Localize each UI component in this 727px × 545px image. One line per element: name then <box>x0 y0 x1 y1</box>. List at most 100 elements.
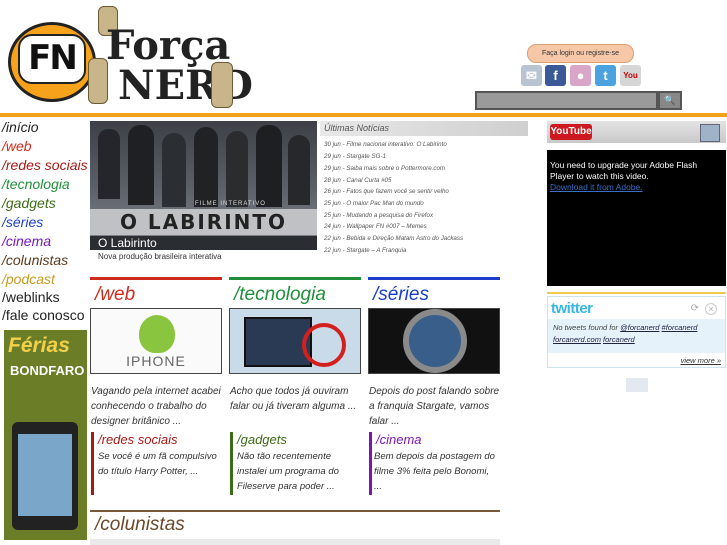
email-icon[interactable]: ✉ <box>521 65 542 86</box>
featured-image-label: FILME INTERATIVO <box>195 201 266 207</box>
colunistas-content-strip <box>90 539 500 545</box>
twitter-widget: twitter ⟳ × No tweets found for @forcane… <box>547 296 726 368</box>
facebook-icon[interactable]: f <box>545 65 566 86</box>
login-register-button[interactable]: Faça login ou registre-se <box>527 44 634 63</box>
news-item[interactable]: 22 jun - Bebida e Direção Matam Astro do… <box>324 235 463 242</box>
section-series-thumbnail[interactable] <box>368 308 500 374</box>
subsection-gadgets-bar <box>230 432 233 495</box>
twitter-divider <box>547 292 726 294</box>
section-tecnologia-bar <box>229 277 361 280</box>
section-series-bar <box>368 277 500 280</box>
stargate-image <box>403 309 467 373</box>
section-web-bar <box>90 277 222 280</box>
tablet-screen <box>18 434 72 516</box>
subsection-cinema-excerpt[interactable]: Bem depois da postagem do filme 3% feita… <box>374 449 498 494</box>
nav-cinema[interactable]: /cinema <box>2 232 51 251</box>
featured-image: FILME INTERATIVO O LABIRINTO <box>90 121 317 236</box>
person-silhouette <box>162 133 186 207</box>
subsection-redes-bar <box>91 432 94 495</box>
nav-web[interactable]: /web <box>2 137 32 156</box>
twitter-hashtag-link[interactable]: #forcanerd <box>662 323 698 332</box>
featured-title[interactable]: O Labirinto <box>98 236 157 250</box>
flash-upgrade-message: You need to upgrade your Adobe Flash Pla… <box>550 160 698 181</box>
colunistas-title[interactable]: /colunistas <box>95 514 185 536</box>
refresh-icon[interactable]: ⟳ <box>691 303 699 314</box>
twitter-header: twitter ⟳ × <box>548 297 725 319</box>
subsection-gadgets-title[interactable]: /gadgets <box>237 432 287 447</box>
featured-post[interactable]: FILME INTERATIVO O LABIRINTO O Labirinto… <box>90 121 317 270</box>
nav-series[interactable]: /séries <box>2 213 43 232</box>
adobe-download-link[interactable]: Download it from Adobe. <box>547 182 726 192</box>
section-web-thumbnail[interactable]: IPHONE <box>90 308 222 374</box>
person-silhouette <box>256 125 282 207</box>
youtube-icon[interactable]: You <box>620 65 641 86</box>
nerd-figure-left <box>88 58 108 104</box>
subsection-redes-excerpt[interactable]: Se você é um fã compulsivo do título Har… <box>98 449 222 479</box>
news-item[interactable]: 25 jun - O maior Pac Man do mundo <box>324 200 424 207</box>
search-button[interactable]: 🔍 <box>658 91 682 110</box>
twitter-icon[interactable]: t <box>595 65 616 86</box>
nav-fale-conosco[interactable]: /fale conosco <box>2 306 85 325</box>
news-item[interactable]: 29 jun - Saiba mais sobre o Pottermore.c… <box>324 165 445 172</box>
section-tecnologia-title[interactable]: /tecnologia <box>234 284 326 306</box>
person-silhouette <box>226 131 248 207</box>
bondfaro-ad-banner[interactable]: Férias BONDFARO <box>4 330 87 540</box>
subsection-gadgets-excerpt[interactable]: Não tão recentemente instalei um program… <box>237 449 361 494</box>
subsection-redes-title[interactable]: /redes sociais <box>98 432 177 447</box>
search-icon: 🔍 <box>664 95 676 105</box>
section-series-title[interactable]: /séries <box>373 284 429 306</box>
nerd-figure-right <box>211 62 233 108</box>
nav-podcast[interactable]: /podcast <box>2 270 55 289</box>
person-silhouette <box>288 135 310 205</box>
logo-forca-text[interactable]: Força <box>106 26 230 66</box>
section-tecnologia-excerpt[interactable]: Acho que todos já ouviram falar ou já ti… <box>230 384 364 414</box>
news-item[interactable]: 25 jun - Mudando a pesquisa do Firefox <box>324 212 433 219</box>
news-item[interactable]: 29 jun - Stargate SG-1 <box>324 153 386 160</box>
banner-title: Férias <box>8 334 70 357</box>
banner-brand: BONDFARO <box>10 363 85 378</box>
prohibited-icon <box>302 323 346 367</box>
header: FN Força NERD Faça login ou registre-se … <box>0 0 727 117</box>
apple-icon <box>139 315 175 353</box>
section-series-excerpt[interactable]: Depois do post falando sobre a franquia … <box>369 384 503 429</box>
news-item[interactable]: 22 jun - Stargate – A Franquia <box>324 247 406 254</box>
twitter-view-more-link[interactable]: view more » <box>681 356 721 365</box>
person-silhouette <box>194 127 218 207</box>
section-tecnologia-thumbnail[interactable] <box>229 308 361 374</box>
nav-gadgets[interactable]: /gadgets <box>2 194 56 213</box>
twitter-tag-link[interactable]: forcanerd <box>603 335 635 344</box>
subsection-cinema-title[interactable]: /cinema <box>376 432 422 447</box>
section-web-excerpt[interactable]: Vagando pela internet acabei conhecendo … <box>91 384 225 429</box>
youtube-widget-header: YouTube <box>547 121 726 143</box>
nav-colunistas[interactable]: /colunistas <box>2 251 68 270</box>
search-input[interactable] <box>475 91 658 110</box>
latest-news-heading: Últimas Notícias <box>320 121 528 136</box>
colunistas-bar <box>90 510 500 512</box>
featured-description: Nova produção brasileira interativa <box>98 252 222 261</box>
twitter-body: No tweets found for @forcanerd #forcaner… <box>548 319 725 353</box>
person-silhouette <box>98 129 120 199</box>
person-silhouette <box>128 125 154 205</box>
loading-placeholder <box>626 378 648 392</box>
close-icon[interactable]: × <box>705 303 717 315</box>
nav-tecnologia[interactable]: /tecnologia <box>2 175 70 194</box>
nav-redes-sociais[interactable]: /redes sociais <box>2 156 88 175</box>
logo-fn[interactable]: FN <box>18 34 86 84</box>
news-item[interactable]: 24 jun - Wallpaper FN #007 – Memes <box>324 223 427 230</box>
header-divider <box>0 113 727 117</box>
flickr-icon[interactable]: ● <box>570 65 591 86</box>
section-web-title[interactable]: /web <box>95 284 135 306</box>
featured-description-box: Nova produção brasileira interativa <box>90 250 317 270</box>
twitter-logo[interactable]: twitter <box>551 300 593 317</box>
news-item[interactable]: 30 jun - Filme nacional interativo: O La… <box>324 141 447 148</box>
thumbnail-text: IPHONE <box>126 353 186 369</box>
twitter-handle-link[interactable]: @forcanerd <box>620 323 659 332</box>
news-item[interactable]: 28 jun - Canal Curta #05 <box>324 177 391 184</box>
tv-icon <box>700 124 720 142</box>
twitter-site-link[interactable]: forcanerd.com <box>553 335 601 344</box>
youtube-logo[interactable]: YouTube <box>550 124 592 140</box>
news-item[interactable]: 26 jun - Fatos que fazem você se sentir … <box>324 188 449 195</box>
youtube-player[interactable]: You need to upgrade your Adobe Flash Pla… <box>547 150 726 286</box>
nav-inicio[interactable]: /início <box>2 118 39 137</box>
nav-weblinks[interactable]: /weblinks <box>2 288 60 307</box>
